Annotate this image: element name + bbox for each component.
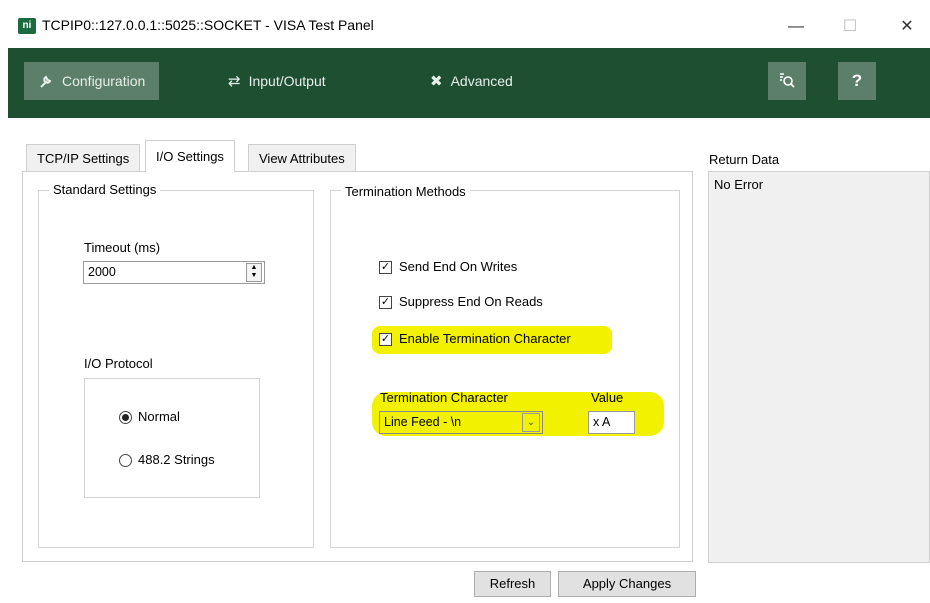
- toolbar-input-output[interactable]: ⇄ Input/Output: [214, 62, 340, 100]
- spin-down-icon[interactable]: ▼: [247, 272, 261, 280]
- timeout-input[interactable]: 2000: [83, 261, 265, 284]
- chevron-down-icon[interactable]: ⌄: [522, 413, 540, 432]
- checkbox-send-end-on-writes[interactable]: ✓: [379, 261, 392, 274]
- termination-character-value: Line Feed - \n: [384, 415, 462, 429]
- toolbar-advanced-label: Advanced: [450, 73, 513, 89]
- window-title: TCPIP0::127.0.0.1::5025::SOCKET - VISA T…: [42, 17, 374, 33]
- radio-normal[interactable]: [119, 411, 132, 424]
- enable-termination-character-label: Enable Termination Character: [399, 331, 571, 346]
- close-button[interactable]: ✕: [887, 14, 927, 40]
- help-icon: ?: [851, 71, 863, 90]
- send-end-on-writes-label: Send End On Writes: [399, 259, 518, 274]
- checkbox-suppress-end-on-reads[interactable]: ✓: [379, 296, 392, 309]
- tab-tcpip-settings[interactable]: TCP/IP Settings: [26, 144, 141, 171]
- checkbox-enable-termination-character[interactable]: ✓: [379, 333, 392, 346]
- radio-488-strings[interactable]: [119, 454, 132, 467]
- suppress-end-on-reads-label: Suppress End On Reads: [399, 294, 543, 309]
- io-protocol-label: I/O Protocol: [84, 356, 153, 371]
- io-protocol-box: [84, 378, 260, 498]
- termination-value-input[interactable]: x A: [588, 411, 635, 434]
- standard-settings-title: Standard Settings: [49, 182, 161, 197]
- toolbar-advanced[interactable]: ✖ Advanced: [416, 62, 527, 100]
- search-inspect-icon: [778, 71, 796, 90]
- return-data-label: Return Data: [709, 152, 780, 167]
- termination-methods-group: [330, 190, 680, 548]
- radio-normal-label: Normal: [138, 409, 180, 424]
- minimize-button[interactable]: —: [776, 14, 816, 40]
- ni-logo-icon: ni: [18, 18, 36, 34]
- inspect-button[interactable]: [768, 62, 806, 100]
- termination-methods-title: Termination Methods: [341, 184, 470, 199]
- tab-io-settings[interactable]: I/O Settings: [145, 140, 235, 172]
- tools-icon: ✖: [430, 73, 443, 90]
- apply-changes-button[interactable]: Apply Changes: [558, 571, 696, 597]
- timeout-value: 2000: [88, 265, 116, 279]
- termination-character-label: Termination Character: [380, 390, 508, 405]
- maximize-button[interactable]: ☐: [830, 14, 870, 40]
- value-label: Value: [591, 390, 624, 405]
- refresh-button[interactable]: Refresh: [474, 571, 551, 597]
- return-data-text: No Error: [714, 177, 764, 192]
- timeout-spinner[interactable]: ▲ ▼: [246, 263, 262, 282]
- termination-character-select[interactable]: Line Feed - \n: [379, 411, 543, 434]
- toolbar-configuration[interactable]: Configuration: [24, 62, 160, 101]
- spin-up-icon[interactable]: ▲: [247, 264, 261, 272]
- termination-value: x A: [593, 415, 611, 429]
- help-button[interactable]: ?: [838, 62, 876, 100]
- tab-view-attributes[interactable]: View Attributes: [248, 144, 356, 171]
- toolbar-configuration-label: Configuration: [62, 73, 146, 89]
- swap-arrows-icon: ⇄: [228, 73, 241, 90]
- return-data-box[interactable]: No Error: [708, 171, 930, 563]
- timeout-label: Timeout (ms): [84, 240, 161, 255]
- wrench-icon: [38, 63, 54, 101]
- radio-488-strings-label: 488.2 Strings: [138, 452, 215, 467]
- toolbar-input-output-label: Input/Output: [248, 73, 326, 89]
